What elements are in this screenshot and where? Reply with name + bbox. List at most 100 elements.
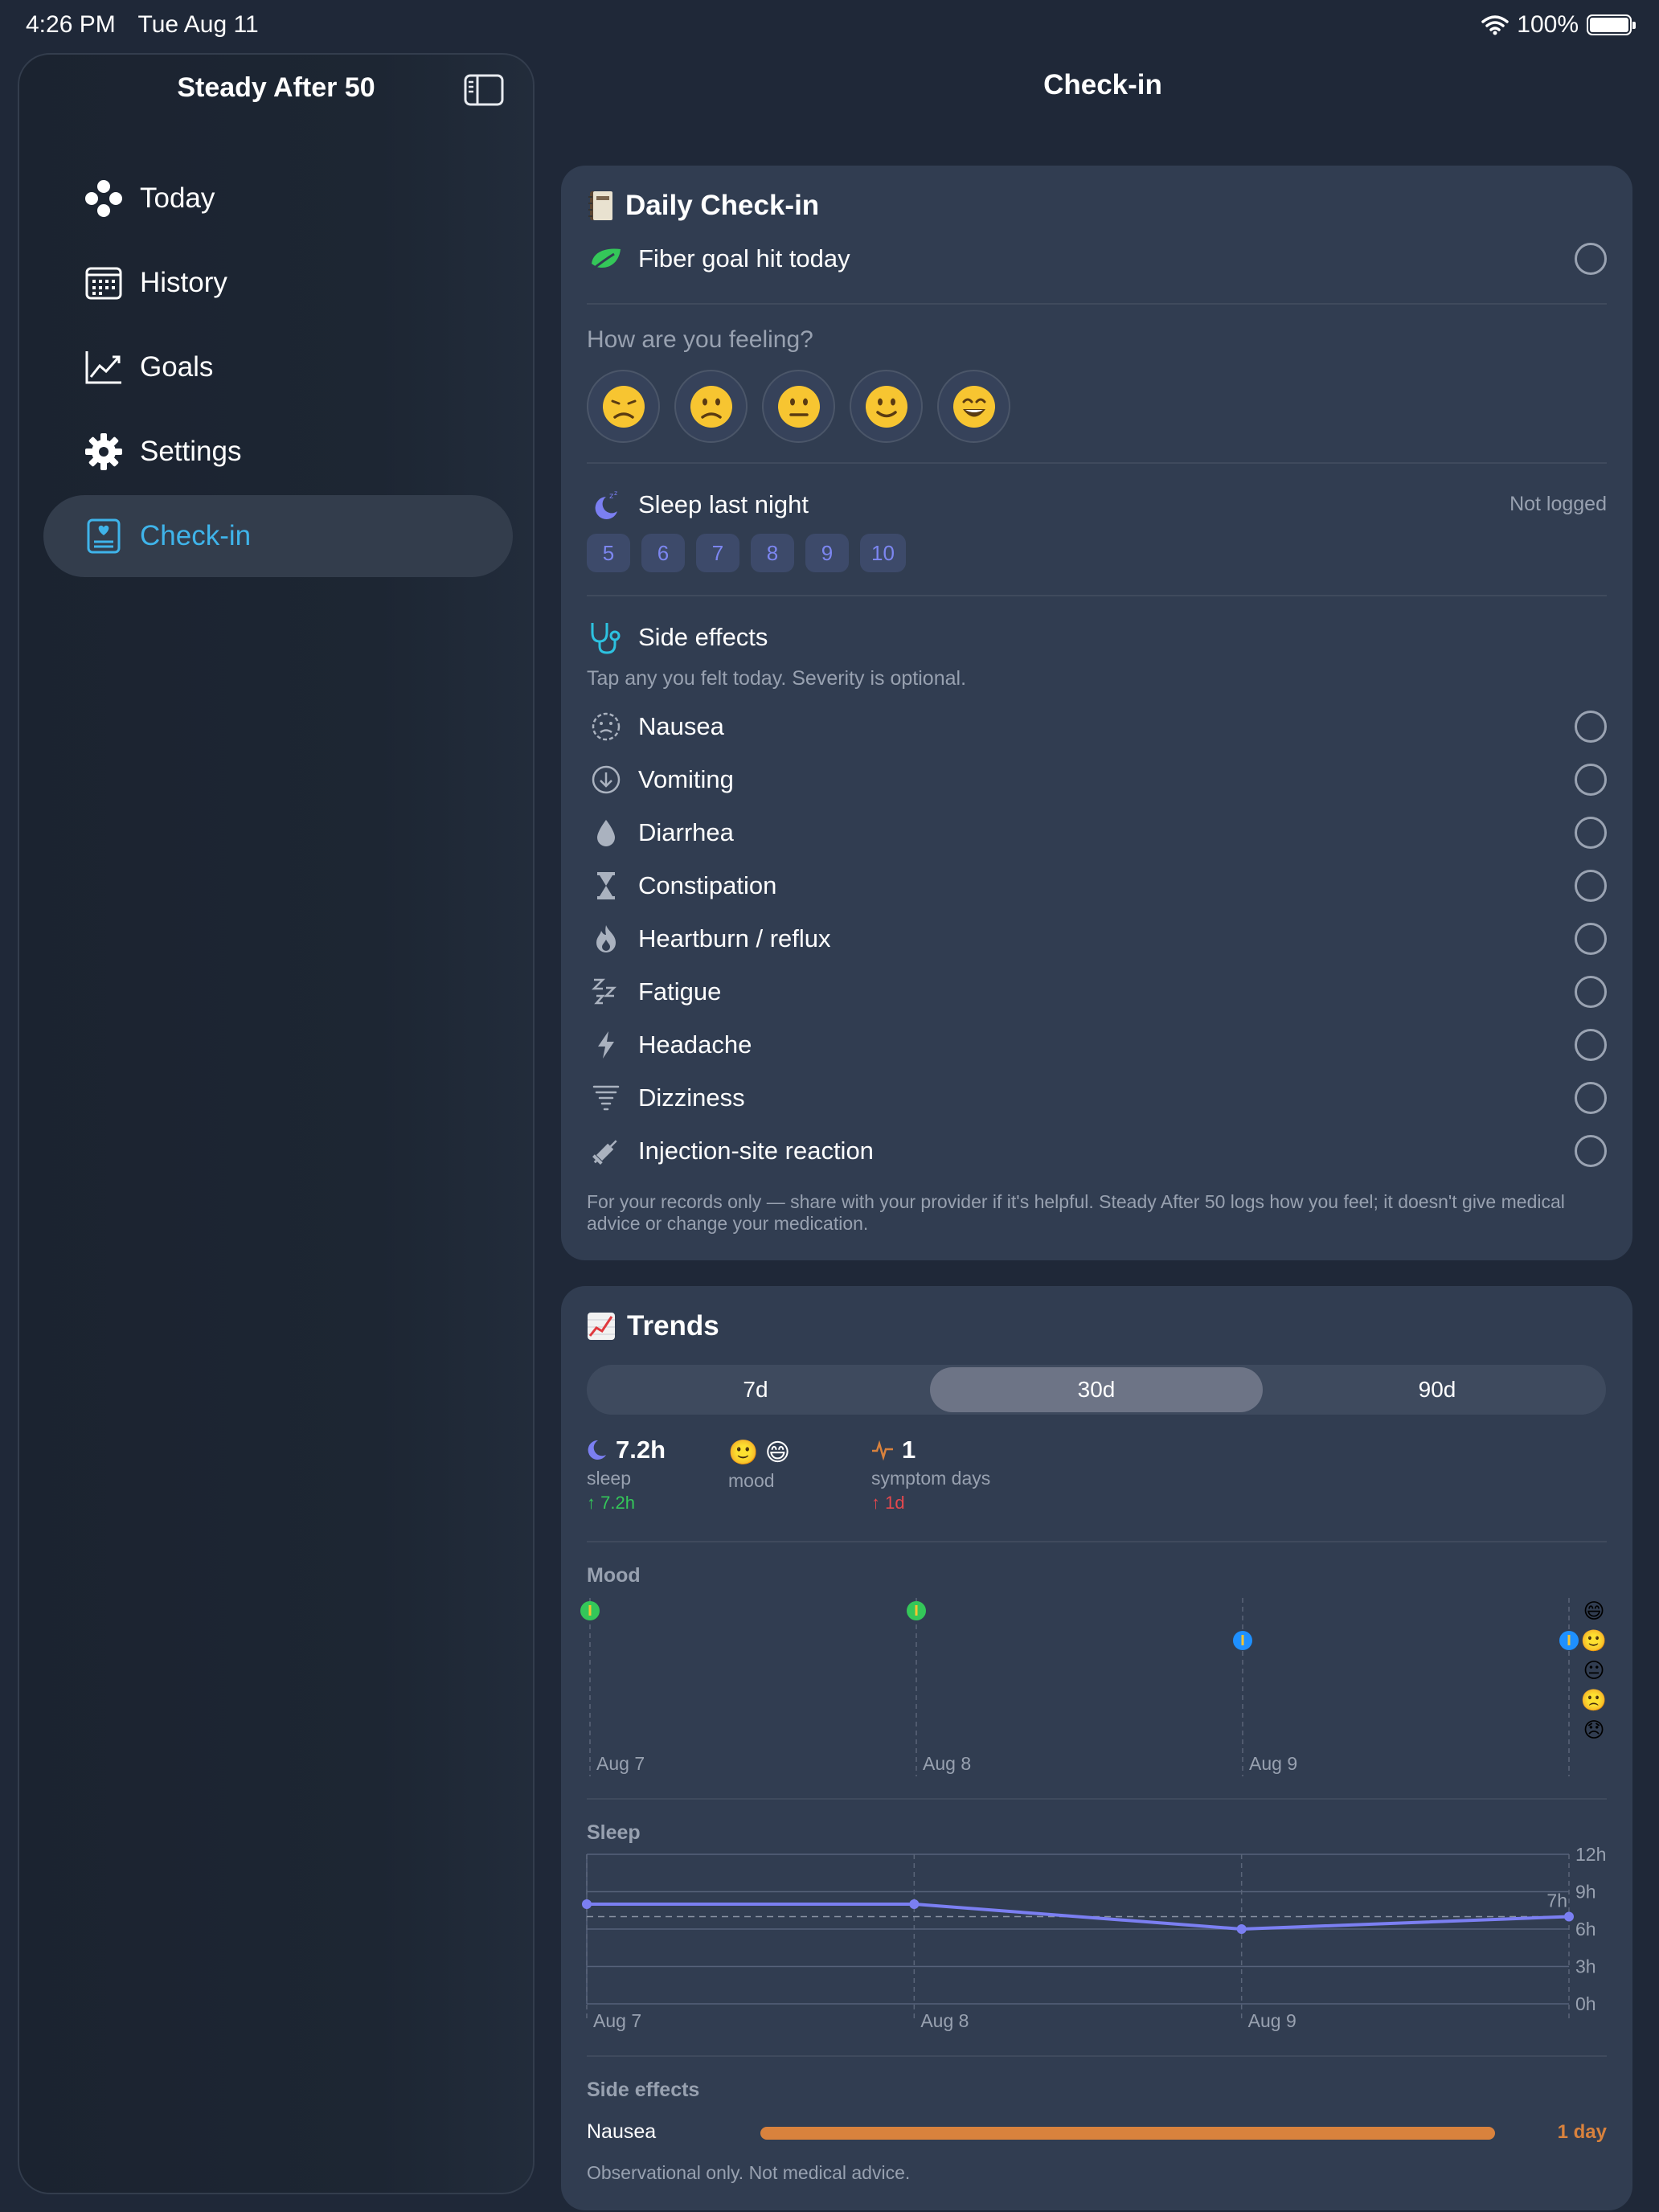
arrow-down-circle-icon	[587, 762, 625, 797]
sleep-chip[interactable]: 7	[696, 534, 739, 572]
sad-face-icon	[602, 385, 645, 428]
stethoscope-icon	[587, 620, 625, 655]
divider	[587, 303, 1607, 305]
tornado-icon	[587, 1080, 625, 1116]
side-effect-label: Constipation	[638, 871, 777, 899]
side-effect-row-constipation[interactable]: Constipation	[587, 868, 1607, 903]
sleep-chip[interactable]: 6	[641, 534, 685, 572]
side-effect-row-headache[interactable]: Headache	[587, 1027, 1607, 1063]
mood-button-sad[interactable]	[674, 370, 748, 443]
fiber-goal-row[interactable]: Fiber goal hit today	[587, 241, 1607, 276]
wifi-icon	[1481, 15, 1509, 35]
side-effect-row-diarrhea[interactable]: Diarrhea	[587, 815, 1607, 850]
divider	[587, 462, 1607, 464]
trends-footnote: Observational only. Not medical advice.	[587, 2162, 911, 2183]
sidebar-item-today[interactable]: Today	[43, 158, 513, 240]
today-icon	[84, 178, 124, 219]
side-effect-row-injection[interactable]: Injection-site reaction	[587, 1133, 1607, 1169]
divider	[587, 595, 1607, 596]
syringe-icon	[587, 1133, 625, 1169]
sleep-x-tick: Aug 8	[920, 2010, 969, 2031]
sidebar-item-settings[interactable]: Settings	[43, 411, 513, 493]
sidebar-item-label: History	[140, 267, 227, 298]
sidebar-item-label: Settings	[140, 436, 242, 467]
app-title: Steady After 50	[177, 72, 375, 103]
sidebar-item-goals[interactable]: Goals	[43, 326, 513, 408]
side-effect-row-fatigue[interactable]: Fatigue	[587, 974, 1607, 1010]
sleep-point	[1564, 1911, 1574, 1922]
sleep-chart: 12h 9h 6h 3h 0h Aug 7 Aug 8 Aug 9 7h	[582, 1844, 1606, 2031]
sleep-chip[interactable]: 8	[751, 534, 794, 572]
battery-percent: 100%	[1517, 11, 1579, 38]
svg-text:z: z	[609, 492, 613, 501]
mood-button-very-happy[interactable]	[937, 370, 1010, 443]
trends-card: Trends 7d 30d 90d 7.2h sleep ↑ 7.2h 🙂 😄 …	[561, 1286, 1632, 2210]
side-effect-toggle[interactable]	[1575, 1135, 1607, 1167]
status-time: 4:26 PM	[26, 11, 116, 38]
side-effect-row-vomiting[interactable]: Vomiting	[587, 762, 1607, 797]
side-effect-label: Heartburn / reflux	[638, 924, 831, 952]
side-effects-title: Side effects	[638, 623, 768, 651]
sidebar-nav: Today History Goals Settings Check-in	[43, 158, 513, 580]
nausea-face-icon	[587, 709, 625, 744]
side-effect-toggle[interactable]	[1575, 923, 1607, 955]
side-effect-toggle[interactable]	[1575, 817, 1607, 849]
chart-line-icon	[84, 347, 124, 387]
mood-picker	[587, 370, 1010, 443]
side-effect-row-nausea[interactable]: Nausea	[587, 709, 1607, 744]
daily-checkin-card: Daily Check-in Fiber goal hit today How …	[561, 166, 1632, 1260]
sidebar-item-label: Today	[140, 182, 215, 214]
daily-checkin-header: Daily Check-in	[587, 190, 819, 222]
svg-text:z: z	[614, 490, 617, 497]
side-effect-toggle[interactable]	[1575, 976, 1607, 1008]
mood-button-very-sad[interactable]	[587, 370, 660, 443]
sidebar-item-label: Check-in	[140, 520, 252, 551]
sleep-chip[interactable]: 5	[587, 534, 630, 572]
notebook-icon	[588, 191, 612, 220]
sleep-y-tick: 3h	[1575, 1956, 1596, 1977]
sidebar-item-checkin[interactable]: Check-in	[43, 495, 513, 577]
sleep-status: Not logged	[1509, 493, 1607, 515]
sleep-chip[interactable]: 10	[860, 534, 906, 572]
moon-zzz-icon: z z	[587, 487, 625, 522]
status-date: Tue Aug 11	[137, 11, 259, 38]
side-effect-row-heartburn[interactable]: Heartburn / reflux	[587, 921, 1607, 956]
side-effect-bar-name: Nausea	[587, 2120, 657, 2143]
side-effect-label: Nausea	[638, 712, 724, 740]
side-effect-label: Vomiting	[638, 765, 734, 793]
leaf-icon	[587, 241, 625, 276]
fiber-goal-toggle[interactable]	[1575, 243, 1607, 275]
sleep-hours-picker: 5 6 7 8 9 10	[587, 534, 906, 572]
side-effect-toggle[interactable]	[1575, 1082, 1607, 1114]
checkin-icon	[84, 516, 124, 556]
sleep-x-tick: Aug 9	[1248, 2010, 1296, 2031]
neutral-face-icon	[777, 385, 820, 428]
side-effect-toggle[interactable]	[1575, 711, 1607, 743]
frown-face-icon	[690, 385, 732, 428]
sidebar-toggle-icon[interactable]	[464, 74, 504, 106]
sleep-y-tick: 6h	[1575, 1919, 1596, 1940]
sleep-target-label: 7h	[1546, 1890, 1567, 1911]
mood-button-neutral[interactable]	[762, 370, 835, 443]
bolt-icon	[587, 1027, 625, 1063]
mood-button-happy[interactable]	[850, 370, 923, 443]
sidebar-item-label: Goals	[140, 351, 214, 383]
sleep-point	[582, 1899, 592, 1909]
calendar-icon	[84, 263, 124, 303]
side-effects-chart-title: Side effects	[587, 2079, 700, 2101]
page-title: Check-in	[1043, 69, 1162, 100]
side-effect-bar-value: 1 day	[1557, 2121, 1607, 2143]
side-effect-bar-row: Nausea 1 day	[587, 2117, 1607, 2149]
divider	[587, 2055, 1607, 2057]
side-effect-toggle[interactable]	[1575, 764, 1607, 796]
sidebar-item-history[interactable]: History	[43, 242, 513, 324]
side-effect-toggle[interactable]	[1575, 1029, 1607, 1061]
side-effect-row-dizziness[interactable]: Dizziness	[587, 1080, 1607, 1116]
zzz-icon	[587, 974, 625, 1010]
side-effect-label: Headache	[638, 1030, 752, 1059]
side-effect-label: Diarrhea	[638, 818, 734, 846]
grin-face-icon	[952, 385, 995, 428]
daily-checkin-title: Daily Check-in	[625, 190, 820, 221]
side-effect-toggle[interactable]	[1575, 870, 1607, 902]
sleep-chip[interactable]: 9	[805, 534, 849, 572]
